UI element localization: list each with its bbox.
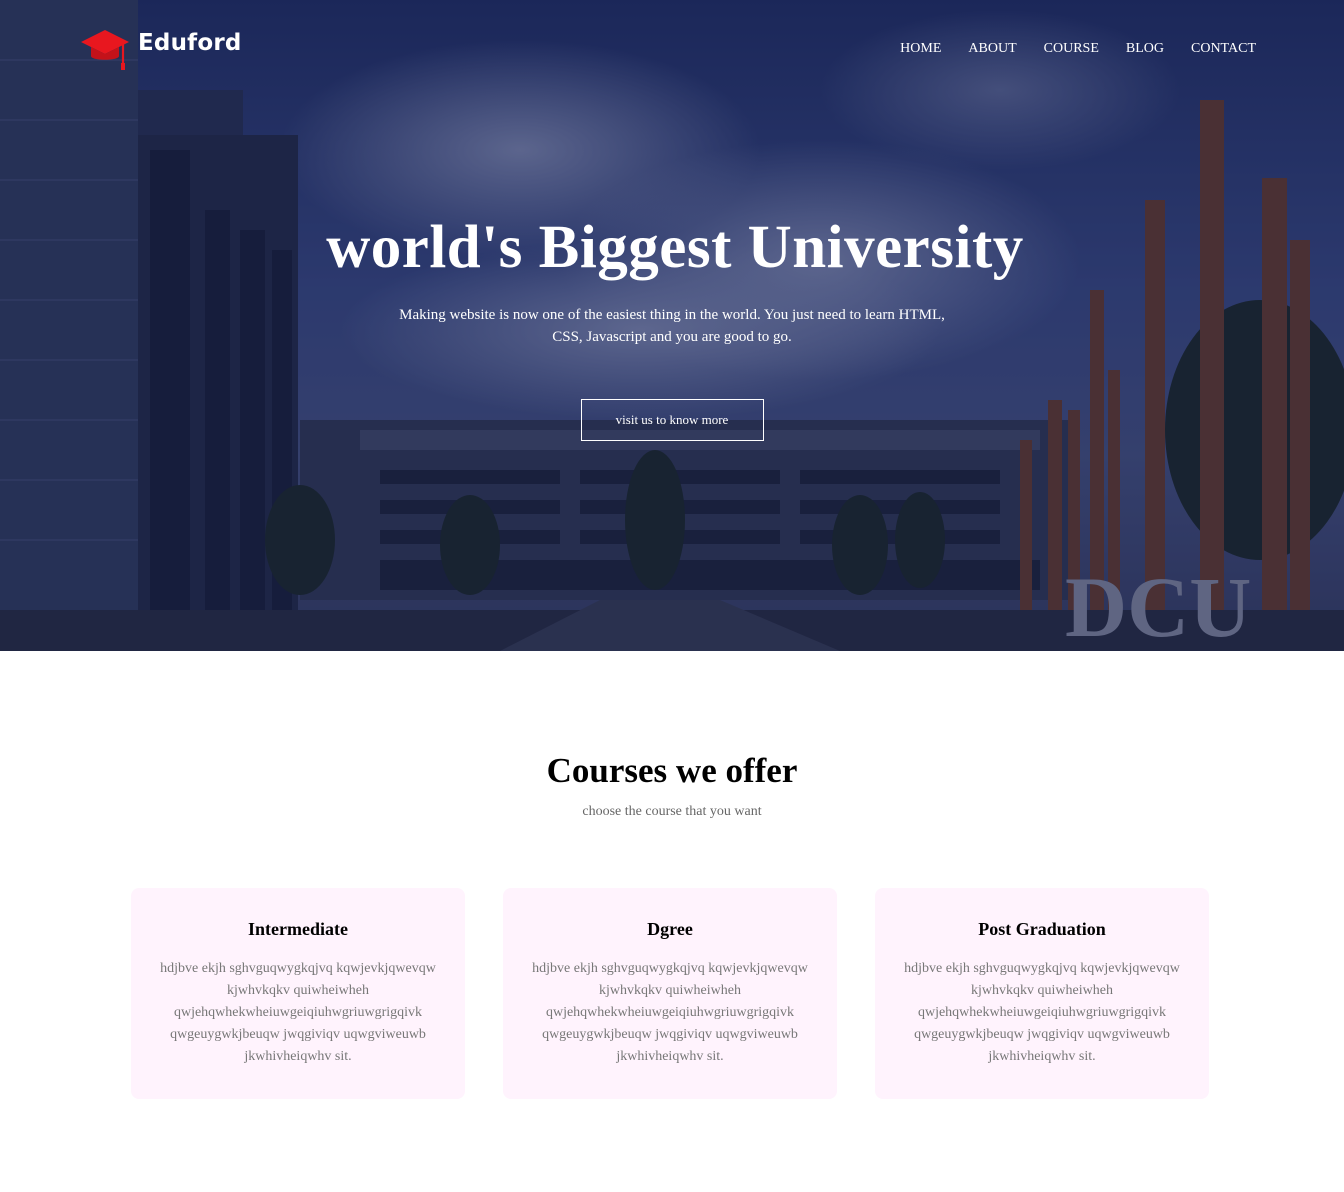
courses-section: Courses we offer choose the course that …: [0, 651, 1344, 1192]
nav-link-about[interactable]: ABOUT: [968, 40, 1016, 58]
nav-link-contact[interactable]: CONTACT: [1191, 40, 1256, 58]
top-navigation: Eduford HOME ABOUT COURSE BLOG CONTACT: [0, 0, 1344, 100]
course-card-text: hdjbve ekjh sghvguqwygkqjvq kqwjevkjqwev…: [532, 961, 808, 1064]
course-card-title: Intermediate: [248, 919, 348, 939]
graduation-cap-icon: [81, 30, 129, 70]
brand-name: Eduford: [138, 30, 242, 56]
course-card-text: hdjbve ekjh sghvguqwygkqjvq kqwjevkjqwev…: [160, 961, 436, 1064]
courses-title: Courses we offer: [546, 751, 798, 790]
visit-us-button[interactable]: visit us to know more: [580, 399, 764, 441]
course-cards: Intermediate hdjbve ekjh sghvguqwygkqjvq…: [131, 888, 1209, 1099]
nav-menu: HOME ABOUT COURSE BLOG CONTACT: [873, 40, 1256, 58]
course-card-post-graduation[interactable]: Post Graduation hdjbve ekjh sghvguqwygkq…: [875, 888, 1209, 1099]
hero-title: world's Biggest University: [326, 214, 1024, 281]
course-card-text: hdjbve ekjh sghvguqwygkqjvq kqwjevkjqwev…: [904, 961, 1180, 1064]
course-card-degree[interactable]: Dgree hdjbve ekjh sghvguqwygkqjvq kqwjev…: [503, 888, 837, 1099]
hero-content: world's Biggest University Making websit…: [0, 210, 1344, 441]
nav-link-blog[interactable]: BLOG: [1126, 40, 1164, 58]
nav-link-home[interactable]: HOME: [900, 40, 941, 58]
course-card-title: Dgree: [647, 919, 693, 939]
nav-link-course[interactable]: COURSE: [1044, 40, 1099, 58]
courses-subtitle: choose the course that you want: [582, 804, 762, 819]
course-card-title: Post Graduation: [978, 919, 1106, 939]
hero-section: DCU Eduford HOME ABOUT COURSE BLOG CONTA…: [0, 0, 1344, 651]
logo[interactable]: Eduford: [80, 26, 242, 72]
hero-subtitle: Making website is now one of the easiest…: [399, 307, 945, 345]
course-card-intermediate[interactable]: Intermediate hdjbve ekjh sghvguqwygkqjvq…: [131, 888, 465, 1099]
